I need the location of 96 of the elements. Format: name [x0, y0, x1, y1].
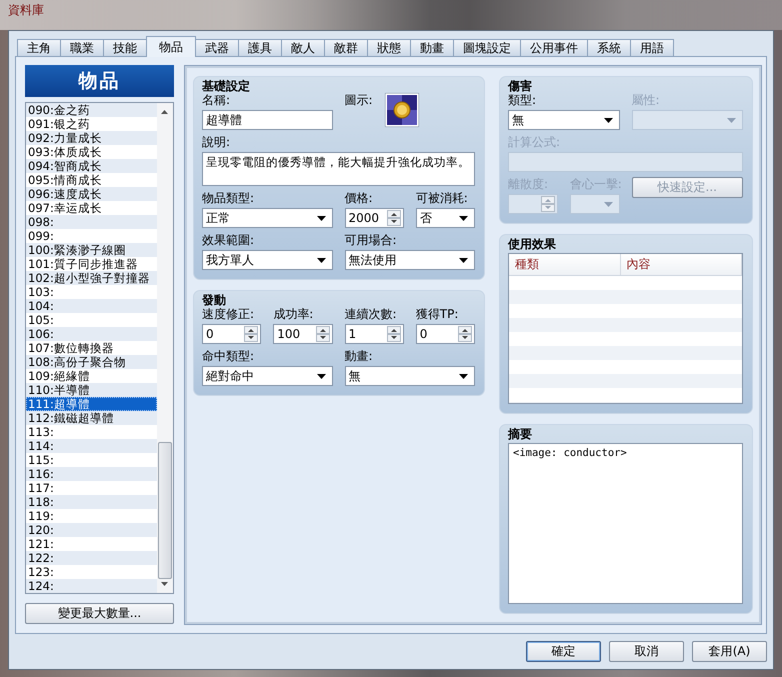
dropdown-arrow-icon[interactable] — [316, 374, 326, 378]
text-field[interactable] — [508, 152, 743, 172]
spin-field[interactable]: 2000 — [344, 208, 404, 228]
list-item[interactable]: 104: — [26, 299, 157, 313]
list-item[interactable]: 092:力量成长 — [26, 131, 157, 145]
spin-field[interactable] — [508, 194, 558, 214]
list-item[interactable]: 122: — [26, 551, 157, 565]
field-label: 可用場合: — [344, 233, 398, 248]
field-label: 類型: — [508, 93, 538, 108]
coin-icon[interactable] — [384, 93, 419, 127]
field-label: 速度修正: — [202, 307, 256, 322]
field-label: 屬性: — [632, 93, 661, 108]
field-label: 效果範圍: — [202, 233, 256, 248]
text-field[interactable]: 超導體 — [202, 110, 332, 130]
field-label: 命中類型: — [202, 349, 256, 364]
list-item[interactable]: 118: — [26, 495, 157, 509]
spin-arrows-icon[interactable] — [386, 210, 401, 226]
tab[interactable]: 武器 — [195, 39, 239, 57]
list-item[interactable]: 114: — [26, 439, 157, 453]
dropdown-arrow-icon[interactable] — [459, 374, 468, 378]
tab[interactable]: 狀態 — [367, 39, 411, 57]
list-item[interactable]: 098: — [26, 215, 157, 229]
tab[interactable]: 護具 — [238, 39, 282, 57]
dropdown[interactable]: 無 — [344, 366, 475, 386]
tab[interactable]: 敵群 — [324, 39, 368, 57]
field-label: 動畫: — [344, 349, 374, 364]
spin-arrows-icon[interactable] — [244, 326, 258, 342]
field-label: 物品類型: — [202, 191, 256, 206]
list-header: 物品 — [25, 65, 174, 97]
list-item[interactable]: 110:半導體 — [26, 383, 157, 397]
scroll-thumb[interactable] — [158, 442, 172, 579]
list-item[interactable]: 111:超導體 — [26, 397, 157, 411]
spin-field[interactable]: 1 — [344, 324, 404, 344]
dialog-button[interactable]: 套用(A) — [692, 641, 767, 662]
list-item[interactable]: 100:緊湊渺子線圈 — [26, 243, 157, 257]
scroll-up-icon[interactable] — [161, 110, 168, 114]
group-title: 使用效果 — [508, 237, 557, 251]
list-item[interactable]: 094:智商成长 — [26, 159, 157, 173]
tab[interactable]: 職業 — [60, 39, 104, 57]
group-title: 發動 — [202, 293, 227, 307]
dropdown[interactable]: 無法使用 — [344, 250, 475, 270]
scroll-down-icon[interactable] — [161, 582, 168, 586]
list-item[interactable]: 112:鐵磁超導體 — [26, 411, 157, 425]
list-item[interactable]: 120: — [26, 523, 157, 537]
list-item[interactable]: 102:超小型強子對撞器 — [26, 271, 157, 285]
tab[interactable]: 敵人 — [281, 39, 325, 57]
field-label: 說明: — [202, 135, 232, 150]
dropdown[interactable]: 絕對命中 — [202, 366, 332, 386]
field-label: 成功率: — [273, 307, 314, 322]
tab[interactable]: 圖塊設定 — [453, 39, 521, 57]
dropdown[interactable]: 我方單人 — [202, 250, 332, 270]
list-item[interactable]: 106: — [26, 327, 157, 341]
tab[interactable]: 系統 — [587, 39, 631, 57]
field-label: 圖示: — [344, 93, 373, 109]
dialog-button[interactable]: 確定 — [526, 641, 601, 662]
spin-field[interactable]: 0 — [202, 324, 262, 344]
tab[interactable]: 技能 — [103, 39, 147, 57]
list-item[interactable]: 096:速度成长 — [26, 187, 157, 201]
tab[interactable]: 動畫 — [410, 39, 454, 57]
list-item[interactable]: 108:高份子聚合物 — [26, 355, 157, 369]
description-field[interactable]: 呈現零電阻的優秀導體，能大幅提升強化成功率。 — [202, 152, 475, 186]
tab[interactable]: 公用事件 — [520, 39, 588, 57]
spin-field[interactable]: 100 — [273, 324, 332, 344]
group-title: 傷害 — [508, 79, 533, 93]
field-label: 連續次數: — [344, 307, 398, 322]
dropdown-arrow-icon[interactable] — [316, 258, 326, 262]
dialog-button[interactable]: 取消 — [609, 641, 684, 662]
dropdown[interactable]: 否 — [416, 208, 475, 228]
scrollbar[interactable] — [157, 103, 173, 593]
column-header[interactable]: 種類 — [509, 254, 621, 275]
window-title: 資料庫 — [8, 2, 44, 18]
tab[interactable]: 物品 — [146, 36, 196, 57]
spin-arrows-icon[interactable] — [386, 326, 401, 342]
dropdown[interactable]: 正常 — [202, 208, 332, 228]
dropdown-arrow-icon[interactable] — [604, 118, 612, 122]
column-header[interactable]: 內容 — [620, 254, 742, 275]
spin-arrows-icon[interactable] — [316, 326, 330, 342]
field-label: 可被消耗: — [416, 191, 469, 206]
dropdown-arrow-icon[interactable] — [459, 216, 468, 220]
list-item[interactable]: 124: — [26, 579, 157, 593]
group-title: 摘要 — [508, 427, 533, 441]
tab[interactable]: 用語 — [630, 39, 674, 57]
dropdown-arrow-icon[interactable] — [316, 216, 326, 220]
list-item[interactable]: 090:金之药 — [26, 103, 157, 117]
group-title: 基礎設定 — [202, 79, 251, 93]
field-label: 名稱: — [202, 93, 232, 108]
list-item[interactable]: 116: — [26, 467, 157, 481]
dropdown[interactable]: 無 — [508, 110, 620, 130]
change-max-button[interactable]: 變更最大數量... — [25, 603, 174, 624]
tab[interactable]: 主角 — [17, 39, 61, 57]
spin-field[interactable]: 0 — [416, 324, 475, 344]
dropdown-arrow-icon[interactable] — [459, 258, 468, 262]
field-label: 價格: — [344, 191, 374, 206]
spin-arrows-icon[interactable] — [458, 326, 472, 342]
field-label: 獲得TP: — [416, 307, 460, 322]
note-field[interactable]: <image: conductor> — [508, 443, 743, 604]
